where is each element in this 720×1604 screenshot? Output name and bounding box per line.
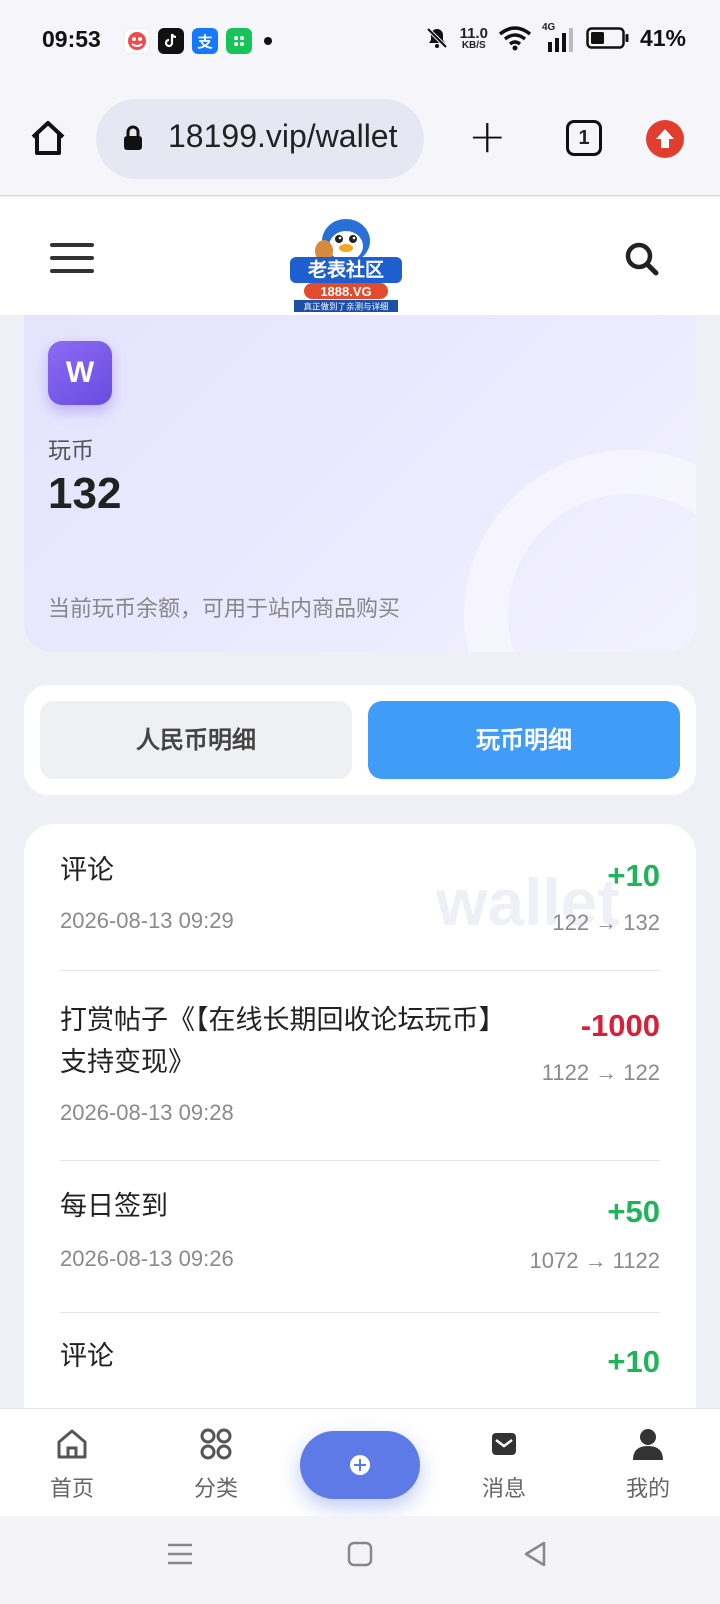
status-right: 11.0 KB/S 4G 41% xyxy=(424,22,686,52)
list-item[interactable]: 打赏帖子《【在线长期回收论坛玩币】支持变现》 2026-08-13 09:28 … xyxy=(60,1000,660,1190)
record-amount: +50 xyxy=(607,1194,660,1229)
record-time: 2026-08-13 09:26 xyxy=(60,1246,234,1271)
wechat-mini-icon xyxy=(226,28,252,54)
add-post-button[interactable] xyxy=(300,1431,420,1499)
message-icon xyxy=(492,1433,516,1455)
nav-category-label: 分类 xyxy=(193,1477,238,1502)
detail-tabs: 人民币明细 玩币明细 xyxy=(24,685,696,795)
svg-text:真正做到了亲测与详细: 真正做到了亲测与详细 xyxy=(303,302,388,313)
record-time: 2026-08-13 09:28 xyxy=(60,1100,234,1125)
alipay-icon: 支 xyxy=(192,28,218,54)
status-app-icons: 支 xyxy=(124,28,272,54)
address-bar[interactable]: 18199.vip/wallet xyxy=(96,99,424,179)
battery-icon xyxy=(586,27,629,49)
record-balance-change: 122 → 132 xyxy=(552,910,660,935)
record-title: 评论 xyxy=(60,1341,114,1372)
record-time: 2026-08-13 09:29 xyxy=(60,908,234,933)
list-item[interactable]: 评论 +10 xyxy=(60,1336,660,1416)
nav-category[interactable]: 分类 xyxy=(166,1427,266,1503)
nav-mine-label: 我的 xyxy=(625,1477,670,1502)
site-logo[interactable]: 老表社区 1888.VG 真正做到了亲测与详细 xyxy=(288,213,404,313)
site-header: 老表社区 1888.VG 真正做到了亲测与详细 xyxy=(0,197,720,315)
tab-rmb-details[interactable]: 人民币明细 xyxy=(40,701,352,779)
recents-menu-icon[interactable] xyxy=(166,1540,194,1568)
new-tab-icon[interactable]: + xyxy=(468,113,507,159)
lock-icon xyxy=(124,125,142,150)
svg-text:1888.VG: 1888.VG xyxy=(320,284,371,299)
nav-home-label: 首页 xyxy=(49,1477,94,1502)
joke-app-icon xyxy=(124,28,150,54)
search-icon[interactable] xyxy=(624,241,660,277)
balance-card: W 玩币 132 当前玩币余额，可用于站内商品购买 xyxy=(24,315,696,652)
tiktok-icon xyxy=(158,28,184,54)
back-triangle-icon[interactable] xyxy=(522,1540,550,1568)
decorative-circle xyxy=(464,450,696,652)
list-item[interactable]: 每日签到 2026-08-13 09:26 +50 1072 → 1122 xyxy=(60,1186,660,1336)
nav-messages-label: 消息 xyxy=(481,1477,526,1502)
record-amount: +10 xyxy=(607,858,660,893)
divider xyxy=(60,1312,660,1313)
cell-signal: 4G xyxy=(542,22,576,52)
balance-note: 当前玩币余额，可用于站内商品购买 xyxy=(48,597,401,622)
wifi-icon xyxy=(498,26,532,51)
nav-home[interactable]: 首页 xyxy=(22,1427,122,1503)
system-nav-bar xyxy=(0,1516,720,1604)
balance-label: 玩币 xyxy=(48,438,94,464)
svg-text:老表社区: 老表社区 xyxy=(308,258,384,281)
url-text: 18199.vip/wallet xyxy=(168,118,398,154)
net-speed-value: 11.0 xyxy=(459,24,488,42)
tab-coin-details[interactable]: 玩币明细 xyxy=(368,701,680,779)
browser-toolbar: 18199.vip/wallet + 1 xyxy=(0,82,720,196)
net-speed: 11.0 KB/S xyxy=(460,26,488,51)
home-icon[interactable] xyxy=(28,118,68,158)
home-square-icon[interactable] xyxy=(346,1540,374,1568)
divider xyxy=(60,970,660,971)
home-icon xyxy=(57,1429,87,1459)
record-title: 评论 xyxy=(60,855,114,886)
record-balance-change: 1122 → 122 xyxy=(541,1060,660,1085)
net-speed-unit: KB/S xyxy=(461,39,486,51)
record-title: 打赏帖子《【在线长期回收论坛玩币】支持变现》 xyxy=(60,1005,506,1078)
plus-circle-icon xyxy=(350,1455,370,1475)
balance-value: 132 xyxy=(48,469,122,518)
update-icon[interactable] xyxy=(646,120,684,158)
status-time: 09:53 xyxy=(42,26,101,52)
list-item[interactable]: 评论 2026-08-13 09:29 +10 122 → 132 xyxy=(60,850,660,990)
signal-bars-icon xyxy=(547,28,573,52)
divider xyxy=(60,1160,660,1161)
bottom-nav: 首页 分类 消息 我的 xyxy=(0,1408,720,1516)
nav-mine[interactable]: 我的 xyxy=(598,1427,698,1503)
menu-icon[interactable] xyxy=(50,243,94,282)
notification-dot xyxy=(264,37,272,45)
battery-percent: 41% xyxy=(639,24,686,51)
status-bar: 09:53 支 11.0 KB/S 4G 41% xyxy=(0,0,720,82)
grid-icon xyxy=(200,1428,232,1460)
mute-bell-icon xyxy=(426,27,447,49)
coin-badge-icon: W xyxy=(48,341,112,405)
record-title: 每日签到 xyxy=(60,1191,168,1222)
user-icon xyxy=(633,1429,663,1460)
record-balance-change: 1072 → 1122 xyxy=(529,1248,660,1273)
record-amount: +10 xyxy=(607,1344,660,1379)
tab-switcher-button[interactable]: 1 xyxy=(566,120,602,156)
record-amount: -1000 xyxy=(580,1008,660,1043)
nav-messages[interactable]: 消息 xyxy=(454,1427,554,1503)
